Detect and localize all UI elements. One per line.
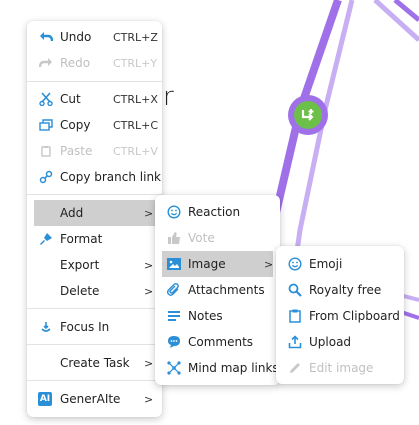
- menu-item-edit-image[interactable]: Edit image: [276, 355, 404, 381]
- branch-line: [373, 0, 419, 42]
- menu-item-mind-map-links[interactable]: Mind map links: [155, 355, 280, 381]
- mind-map-links-icon: [166, 360, 182, 376]
- shortcut-label: CTRL+Y: [113, 56, 158, 70]
- thumbs-up-icon: [166, 230, 182, 246]
- menu-item-copy-branch-link[interactable]: Copy branch link: [27, 164, 162, 190]
- menu-item-undo[interactable]: Undo CTRL+Z: [27, 24, 162, 50]
- node-text-fragment: r: [163, 82, 174, 112]
- menu-item-redo[interactable]: Redo CTRL+Y: [27, 50, 162, 76]
- search-icon: [287, 282, 303, 298]
- menu-item-label: Reaction: [188, 205, 241, 219]
- menu-item-label: Add: [60, 206, 84, 220]
- menu-item-upload[interactable]: Upload: [276, 329, 404, 355]
- add-child-icon: [294, 101, 322, 129]
- shortcut-label: CTRL+Z: [113, 30, 158, 44]
- focus-icon: [38, 319, 54, 335]
- scissors-icon: [38, 91, 54, 107]
- context-menu: Undo CTRL+Z Redo CTRL+Y Cut CTRL+X Copy …: [27, 21, 162, 417]
- menu-item-add[interactable]: Add >: [34, 200, 155, 226]
- menu-item-label: Format: [60, 232, 103, 246]
- ai-badge-icon: AI: [38, 392, 52, 406]
- paste-icon: [38, 143, 54, 159]
- add-submenu: Reaction Vote Image > Attachments Notes …: [155, 195, 280, 385]
- menu-divider: [27, 308, 162, 309]
- menu-item-format[interactable]: Format: [27, 226, 162, 252]
- submenu-arrow-icon: >: [144, 206, 154, 220]
- submenu-arrow-icon: >: [144, 392, 154, 406]
- menu-item-from-clipboard[interactable]: From Clipboard: [276, 303, 404, 329]
- menu-item-comments[interactable]: Comments: [155, 329, 280, 355]
- submenu-arrow-icon: >: [144, 356, 154, 370]
- menu-item-label: Undo: [60, 30, 92, 44]
- menu-item-label: Vote: [188, 231, 215, 245]
- menu-item-attachments[interactable]: Attachments: [155, 277, 280, 303]
- shortcut-label: CTRL+C: [113, 118, 159, 132]
- menu-item-label: Copy branch link: [60, 170, 162, 184]
- menu-item-label: Export: [60, 258, 100, 272]
- menu-item-label: Mind map links: [188, 361, 279, 375]
- menu-item-label: Focus In: [60, 320, 110, 334]
- menu-divider: [27, 194, 162, 195]
- menu-item-copy[interactable]: Copy CTRL+C: [27, 112, 162, 138]
- paint-brush-icon: [38, 231, 54, 247]
- branch-line: [393, 0, 419, 22]
- menu-item-label: Emoji: [309, 257, 343, 271]
- clipboard-icon: [287, 308, 303, 324]
- smiley-icon: [287, 256, 303, 272]
- menu-item-label: Image: [188, 257, 226, 271]
- menu-item-label: GenerAIte: [60, 392, 121, 406]
- menu-item-label: Notes: [188, 309, 223, 323]
- menu-item-label: Attachments: [188, 283, 265, 297]
- image-icon: [166, 256, 182, 272]
- link-icon: [38, 169, 54, 185]
- smiley-icon: [166, 204, 182, 220]
- comment-icon: [166, 334, 182, 350]
- paperclip-icon: [166, 282, 182, 298]
- menu-divider: [27, 380, 162, 381]
- menu-item-label: Paste: [60, 144, 93, 158]
- menu-item-label: Redo: [60, 56, 91, 70]
- menu-item-focus-in[interactable]: Focus In: [27, 314, 162, 340]
- menu-item-label: Edit image: [309, 361, 374, 375]
- image-submenu: Emoji Royalty free From Clipboard Upload…: [276, 246, 404, 384]
- menu-item-label: Delete: [60, 284, 100, 298]
- submenu-arrow-icon: >: [264, 257, 274, 271]
- menu-item-delete[interactable]: Delete >: [27, 278, 162, 304]
- menu-divider: [27, 81, 162, 82]
- upload-icon: [287, 334, 303, 350]
- menu-item-export[interactable]: Export >: [27, 252, 162, 278]
- add-node-button[interactable]: [288, 95, 328, 135]
- menu-item-label: Copy: [60, 118, 91, 132]
- menu-item-notes[interactable]: Notes: [155, 303, 280, 329]
- menu-divider: [27, 344, 162, 345]
- pencil-icon: [287, 360, 303, 376]
- menu-item-vote[interactable]: Vote: [155, 225, 280, 251]
- menu-item-label: Upload: [309, 335, 352, 349]
- menu-item-generaite[interactable]: AI GenerAIte >: [27, 386, 162, 412]
- submenu-arrow-icon: >: [144, 258, 154, 272]
- menu-item-label: Royalty free: [309, 283, 382, 297]
- undo-icon: [38, 29, 54, 45]
- menu-item-label: Cut: [60, 92, 81, 106]
- menu-item-label: Comments: [188, 335, 254, 349]
- menu-item-create-task[interactable]: Create Task >: [27, 350, 162, 376]
- submenu-arrow-icon: >: [144, 284, 154, 298]
- shortcut-label: CTRL+X: [113, 92, 158, 106]
- menu-item-label: Create Task: [60, 356, 130, 370]
- notes-icon: [166, 308, 182, 324]
- menu-item-emoji[interactable]: Emoji: [276, 251, 404, 277]
- copy-icon: [38, 117, 54, 133]
- menu-item-label: From Clipboard: [309, 309, 400, 323]
- menu-item-royalty-free[interactable]: Royalty free: [276, 277, 404, 303]
- shortcut-label: CTRL+V: [113, 144, 158, 158]
- redo-icon: [38, 55, 54, 71]
- menu-item-cut[interactable]: Cut CTRL+X: [27, 86, 162, 112]
- menu-item-paste[interactable]: Paste CTRL+V: [27, 138, 162, 164]
- menu-item-image[interactable]: Image >: [162, 251, 273, 277]
- menu-item-reaction[interactable]: Reaction: [155, 199, 280, 225]
